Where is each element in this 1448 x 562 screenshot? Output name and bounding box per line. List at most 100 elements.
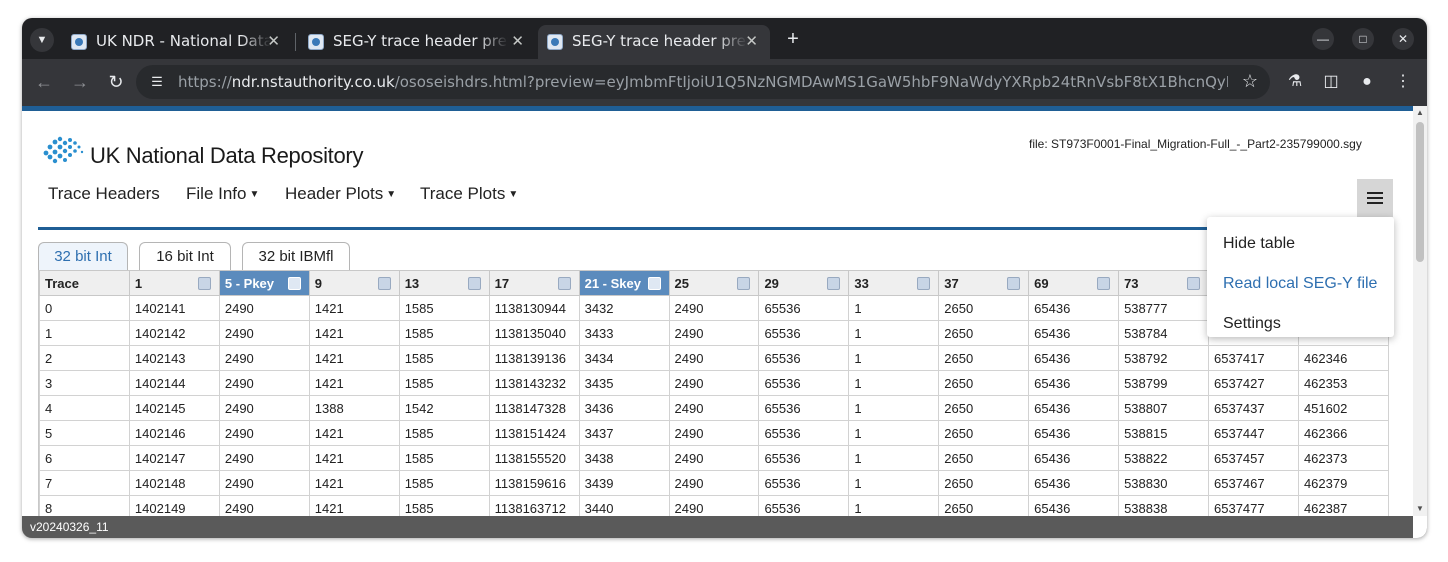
menu-item-read-local-segy[interactable]: Read local SEG-Y file [1223, 275, 1377, 293]
column-header[interactable]: Trace [39, 270, 130, 296]
new-tab-button[interactable]: + [782, 28, 804, 50]
table-cell: 451602 [1297, 395, 1389, 421]
scroll-down-icon[interactable]: ▼ [1413, 502, 1427, 516]
table-cell: 0 [39, 295, 130, 321]
column-header-label: 25 [674, 275, 690, 291]
table-cell: 2650 [938, 295, 1030, 321]
page-viewport: UK National Data Repository file: ST973F… [22, 106, 1427, 538]
column-header[interactable]: 13 [398, 270, 490, 296]
column-header[interactable]: 25 [668, 270, 760, 296]
back-button[interactable]: ← [33, 71, 55, 93]
column-header[interactable]: 69 [1028, 270, 1120, 296]
column-header[interactable]: 17 [488, 270, 580, 296]
table-cell: 1 [848, 420, 940, 446]
column-select-checkbox[interactable] [1097, 277, 1111, 290]
menu-item-settings[interactable]: Settings [1223, 315, 1281, 333]
table-cell: 2490 [668, 420, 760, 446]
url-text[interactable]: https://ndr.nstauthority.co.uk/ososeishd… [178, 73, 1228, 91]
scroll-up-icon[interactable]: ▲ [1413, 106, 1427, 120]
table-cell: 1402145 [128, 395, 220, 421]
column-select-checkbox[interactable] [557, 277, 571, 290]
table-cell: 1138147328 [488, 395, 580, 421]
column-header[interactable]: 5 - Pkey [218, 270, 310, 296]
table-cell: 538792 [1118, 345, 1210, 371]
trace-header-table-container[interactable]: Trace 1 5 - Pkey 9 13 17 21 - Skey 25 29 33 37 69 73… [38, 270, 1389, 517]
browser-tab-1[interactable]: UK NDR - National Data Repository ✕ [62, 25, 292, 59]
scrollbar-thumb[interactable] [1416, 122, 1424, 262]
labs-button[interactable]: ⚗ [1284, 71, 1306, 93]
column-select-checkbox[interactable] [197, 277, 211, 290]
table-cell: 6537417 [1208, 345, 1299, 371]
table-cell: 7 [39, 470, 130, 496]
column-select-checkbox[interactable] [737, 277, 751, 290]
hamburger-icon [1367, 192, 1383, 194]
reload-button[interactable]: ↻ [105, 71, 127, 93]
arrow-left-icon: ← [35, 72, 53, 92]
column-select-checkbox[interactable] [1007, 277, 1021, 290]
flask-icon: ⚗ [1287, 73, 1303, 90]
tab-32-bit-ibmfl[interactable]: 32 bit IBMfl [242, 242, 350, 270]
tab-16-bit-int[interactable]: 16 bit Int [139, 242, 231, 270]
close-window-button[interactable]: ✕ [1392, 28, 1414, 50]
table-cell: 1 [848, 295, 940, 321]
minimize-button[interactable]: — [1312, 28, 1334, 50]
browser-tab-2[interactable]: SEG-Y trace header preview ✕ [299, 25, 536, 59]
close-tab-icon[interactable]: ✕ [267, 32, 280, 50]
tab-title: SEG-Y trace header preview [572, 32, 747, 50]
table-cell: 1421 [308, 445, 400, 471]
table-cell: 65536 [758, 370, 850, 396]
column-header[interactable]: 33 [848, 270, 940, 296]
nav-header-plots[interactable]: Header Plots ▼ [285, 184, 396, 204]
nav-trace-plots[interactable]: Trace Plots ▼ [420, 184, 518, 204]
hamburger-icon [1367, 202, 1383, 204]
address-bar[interactable]: ☰ https://ndr.nstauthority.co.uk/ososeis… [136, 65, 1270, 99]
table-cell: 2650 [938, 445, 1030, 471]
column-header-label: 17 [494, 275, 510, 291]
forward-button[interactable]: → [69, 71, 91, 93]
table-cell: 2490 [218, 370, 310, 396]
table-cell: 1402141 [128, 295, 220, 321]
close-tab-icon[interactable]: ✕ [745, 32, 758, 50]
column-header[interactable]: 1 [128, 270, 220, 296]
column-select-checkbox[interactable] [647, 277, 661, 290]
column-header[interactable]: 29 [758, 270, 850, 296]
table-cell: 65436 [1028, 395, 1120, 421]
table-cell: 538799 [1118, 370, 1210, 396]
nav-trace-headers[interactable]: Trace Headers [48, 184, 160, 204]
column-header[interactable]: 37 [938, 270, 1030, 296]
column-select-checkbox[interactable] [377, 277, 391, 290]
nav-file-info[interactable]: File Info ▼ [186, 184, 259, 204]
column-header[interactable]: 9 [308, 270, 400, 296]
profile-button[interactable]: ● [1356, 71, 1378, 93]
table-cell: 462353 [1297, 370, 1389, 396]
table-cell: 538830 [1118, 470, 1210, 496]
menu-item-hide-table[interactable]: Hide table [1223, 235, 1295, 253]
table-cell: 2490 [668, 320, 760, 346]
table-cell: 3439 [578, 470, 670, 496]
table-cell: 6537467 [1208, 470, 1299, 496]
hamburger-menu-button[interactable] [1357, 179, 1393, 217]
tab-32-bit-int[interactable]: 32 bit Int [38, 242, 128, 270]
column-header[interactable]: 21 - Skey [578, 270, 670, 296]
column-select-checkbox[interactable] [827, 277, 841, 290]
browser-menu-button[interactable]: ⋮ [1392, 71, 1414, 93]
page-scrollbar[interactable]: ▲ ▼ [1413, 106, 1427, 516]
close-tab-icon[interactable]: ✕ [511, 32, 524, 50]
column-select-checkbox[interactable] [287, 277, 301, 290]
table-cell: 2490 [218, 395, 310, 421]
maximize-button[interactable]: □ [1352, 28, 1374, 50]
column-select-checkbox[interactable] [917, 277, 931, 290]
column-header[interactable]: 73 [1118, 270, 1210, 296]
browser-tab-3-active[interactable]: SEG-Y trace header preview ✕ [538, 25, 770, 59]
table-cell: 2490 [668, 445, 760, 471]
table-cell: 65436 [1028, 420, 1120, 446]
column-select-checkbox[interactable] [1187, 277, 1201, 290]
site-info-button[interactable]: ☰ [148, 73, 166, 91]
column-select-checkbox[interactable] [467, 277, 481, 290]
table-row: 7 1402148 2490 1421 1585 1138159616 3439 2490 65… [39, 470, 1389, 496]
tab-search-button[interactable]: ▼ [30, 28, 54, 52]
bookmark-button[interactable]: ☆ [1242, 71, 1258, 92]
table-cell: 1542 [398, 395, 490, 421]
table-cell: 2490 [668, 370, 760, 396]
side-panel-button[interactable]: ◫ [1320, 71, 1342, 93]
